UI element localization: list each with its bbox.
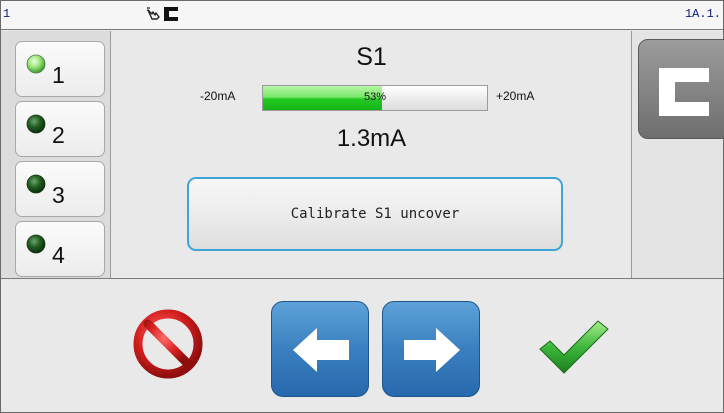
action-bar bbox=[1, 278, 723, 412]
checkmark-icon[interactable] bbox=[536, 317, 612, 377]
status-page-number: 1 bbox=[3, 7, 11, 21]
mode-button[interactable] bbox=[638, 39, 724, 139]
channel-label: 1 bbox=[52, 62, 65, 88]
c-block-icon bbox=[164, 7, 178, 21]
back-button[interactable] bbox=[271, 301, 369, 397]
channel-button-3[interactable]: 3 bbox=[15, 161, 105, 217]
c-block-icon bbox=[659, 68, 709, 116]
channel-label: 2 bbox=[52, 122, 65, 148]
status-bar: 1 1A.1. bbox=[1, 1, 723, 30]
status-firmware-id: 1A.1. bbox=[684, 7, 721, 21]
level-bar: 53% bbox=[262, 85, 488, 111]
level-percent-label: 53% bbox=[363, 91, 387, 103]
channel-button-2[interactable]: 2 bbox=[15, 101, 105, 157]
arrow-right-icon bbox=[404, 328, 460, 372]
sensor-title: S1 bbox=[356, 43, 387, 71]
current-reading: 1.3mA bbox=[336, 125, 407, 152]
led-dark-green-icon bbox=[26, 174, 46, 194]
arrow-left-icon bbox=[293, 328, 349, 372]
calibrate-button[interactable]: Calibrate S1 uncover bbox=[187, 177, 563, 251]
range-max-label: +20mA bbox=[496, 89, 535, 103]
channel-button-1[interactable]: 1 bbox=[15, 41, 105, 97]
no-entry-icon[interactable] bbox=[133, 309, 203, 379]
range-min-label: -20mA bbox=[200, 89, 236, 103]
channel-label: 3 bbox=[52, 182, 65, 208]
led-light-green-icon bbox=[26, 54, 46, 74]
led-dark-green-icon bbox=[26, 114, 46, 134]
led-dark-green-icon bbox=[26, 234, 46, 254]
device-screen: 1 1A.1. 1 2 3 4 S1 -20mA 53% +20mA 1.3mA… bbox=[0, 0, 724, 413]
channel-sidebar: 1 2 3 4 bbox=[1, 31, 111, 278]
sensor-panel: S1 -20mA 53% +20mA 1.3mA Calibrate S1 un… bbox=[112, 31, 631, 278]
forward-button[interactable] bbox=[382, 301, 480, 397]
right-panel bbox=[631, 31, 724, 278]
channel-label: 4 bbox=[52, 242, 65, 268]
channel-button-4[interactable]: 4 bbox=[15, 221, 105, 277]
hand-touch-icon bbox=[146, 7, 160, 20]
